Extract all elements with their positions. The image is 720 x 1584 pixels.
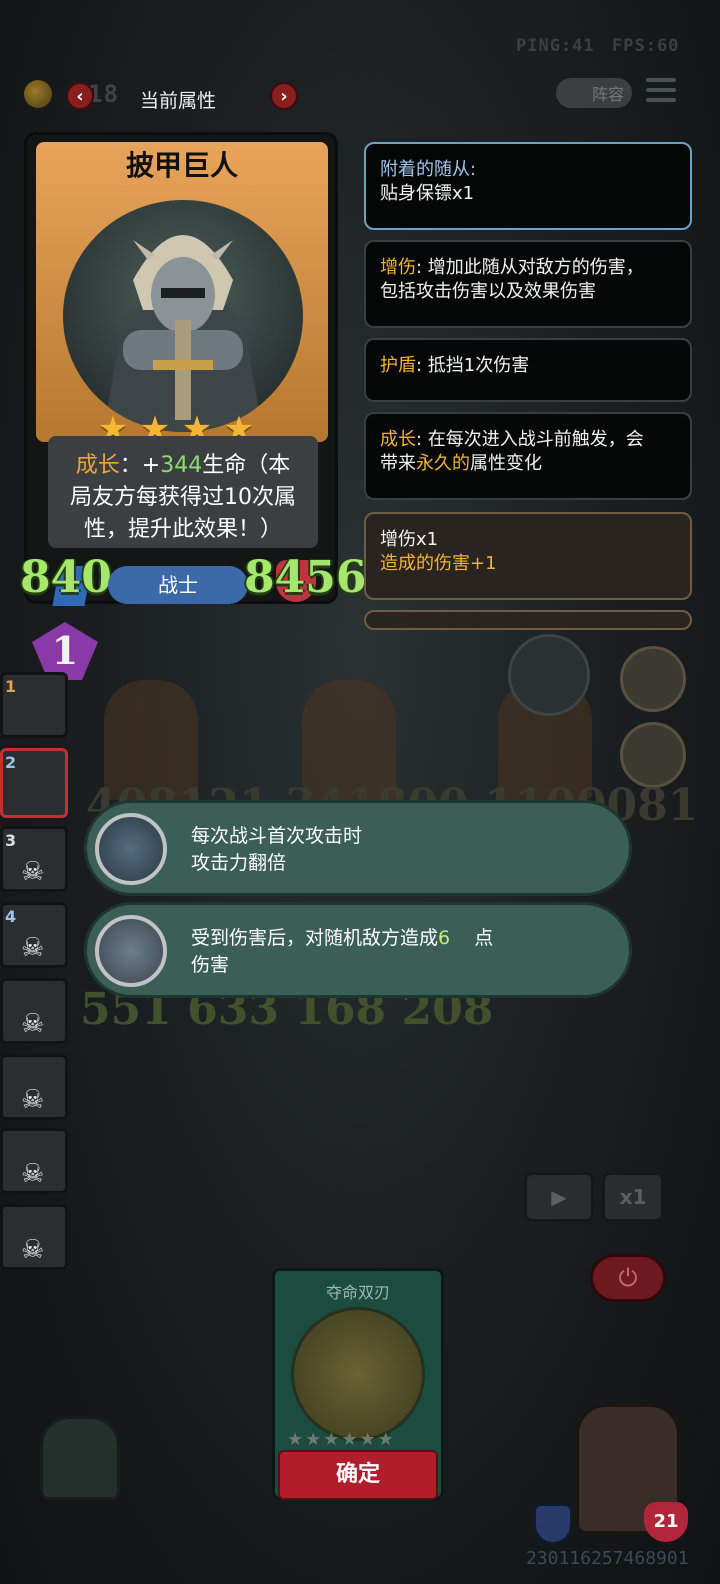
shield-keyword: 护盾 [380,355,416,376]
level-number: 1 [51,628,79,673]
next-arrow-button[interactable]: › [270,82,298,110]
slot-number: 3 [5,831,17,850]
shield-icon [534,1504,572,1544]
twin-blade-icon [291,1307,425,1441]
sidebar-slot-6[interactable]: ☠ [0,1054,68,1120]
speed-label: x1 [619,1185,647,1209]
growth-keyword-box: 成长: 在每次进入战斗前触发，会 带来永久的属性变化 [364,412,692,500]
speed-button[interactable]: x1 [602,1172,664,1222]
hero-portrait [63,200,303,432]
panel-title: 当前属性 [140,90,217,112]
build-id: 230116257468901 [526,1548,689,1569]
attached-value: 贴身保镖x1 [380,183,475,204]
skull-icon: ☠ [21,857,45,887]
buff-effect: 造成的伤害+1 [380,553,497,574]
sidebar-slot-7[interactable]: ☠ [0,1128,68,1194]
attached-minion-box: 附着的随从: 贴身保镖x1 [364,142,692,230]
boon-text-1: 每次战斗首次攻击时 攻击力翻倍 [191,825,363,874]
fps-readout: FPS:60 [612,36,680,56]
loot-stars: ★★★★★★ [287,1429,396,1450]
damage-keyword-box: 增伤: 增加此随从对敌方的伤害， 包括攻击伤害以及效果伤害 [364,240,692,328]
prev-arrow-button[interactable]: ‹ [66,82,94,110]
sidebar-slot-1[interactable]: 1 [0,672,68,738]
damage-keyword: 增伤 [380,257,416,278]
hero-description: 成长：+344生命（本 局友方每获得过10次属 性，提升此效果！） [48,436,318,548]
sidebar-slot-5[interactable]: ☠ [0,978,68,1044]
buff-status-box: 增伤x1 造成的伤害+1 [364,512,692,600]
loot-name: 夺命双刃 [325,1283,390,1302]
skull-icon: ☠ [21,1159,45,1189]
skull-icon: ☠ [21,1009,45,1039]
hero-attack: 840 [20,552,112,603]
compass-relic-icon [508,634,590,716]
sidebar-slot-2[interactable]: 2 [0,748,68,818]
buff-title: 增伤x1 [380,529,439,550]
boon-damage-reflect: 受到伤害后，对随机敌方造成6 点 伤害 [84,902,632,998]
confirm-button[interactable]: 确定 [278,1450,438,1500]
hero-desc-line2: 局友方每获得过10次属 [70,485,296,510]
skull-icon: ☠ [21,933,45,963]
growth-keyword: 成长 [75,453,120,478]
ping-readout: PING:41 [516,36,595,56]
growth-keyword-2: 成长 [380,429,416,450]
slot-number: 4 [5,907,17,926]
buff-status-box-clipped [364,610,692,630]
attached-title: 附着的随从: [380,159,477,180]
shield-keyword-box: 护盾: 抵挡1次伤害 [364,338,692,402]
deck-chest-icon[interactable] [40,1416,120,1500]
coin-icon [24,80,52,108]
player-heart-count: 21 [644,1502,688,1542]
crow-relic-icon[interactable] [620,646,686,712]
play-button[interactable]: ▶ [524,1172,594,1222]
menu-icon[interactable] [646,78,676,108]
boon-text-2: 受到伤害后，对随机敌方造成6 点 伤害 [191,927,494,976]
slot-number: 2 [5,753,17,772]
slot-number: 1 [5,677,17,696]
hero-class: 战士 [108,566,248,604]
growth-value: 344 [160,453,203,478]
reflect-damage-value: 6 [438,927,451,949]
hero-desc-line3: 性，提升此效果！） [83,517,282,542]
sidebar-slot-4[interactable]: 4 ☠ [0,902,68,968]
lineup-label: 阵容 [591,85,624,104]
skull-icon: ☠ [21,1085,45,1115]
sidebar-slot-8[interactable]: ☠ [0,1204,68,1270]
prism-relic-icon [95,915,167,987]
dragon-relic-icon [95,813,167,885]
skull-icon: ☠ [21,1235,45,1265]
hero-desc-line1: 成长：+344生命（本 [75,453,291,478]
permanent-keyword: 永久的 [416,453,470,474]
hero-name: 披甲巨人 [125,149,238,182]
sidebar-slot-3[interactable]: 3 ☠ [0,826,68,892]
armored-giant-illustration [103,235,263,432]
lineup-button[interactable]: 阵容 [556,78,632,108]
power-icon[interactable]: ⏻ [590,1254,666,1302]
hero-health: 8456 [244,552,367,603]
spider-relic-icon[interactable] [620,722,686,788]
boon-double-first-attack: 每次战斗首次攻击时 攻击力翻倍 [84,800,632,896]
